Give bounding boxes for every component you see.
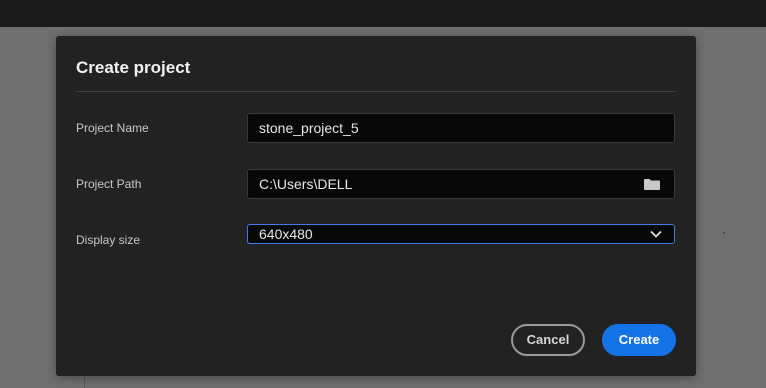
create-project-dialog: Create project Project Name stone_projec…: [56, 36, 696, 376]
display-size-select[interactable]: 640x480: [247, 224, 675, 244]
project-path-label: Project Path: [76, 177, 142, 191]
display-size-value: 640x480: [259, 226, 313, 242]
project-name-input[interactable]: stone_project_5: [247, 113, 675, 143]
dialog-title: Create project: [76, 58, 191, 77]
project-path-value: C:\Users\DELL: [259, 176, 353, 192]
chevron-down-icon: [650, 230, 662, 238]
app-top-bar: [0, 0, 766, 27]
cancel-button[interactable]: Cancel: [511, 324, 585, 356]
project-name-value: stone_project_5: [259, 120, 359, 136]
title-divider: [76, 91, 676, 92]
create-button[interactable]: Create: [602, 324, 676, 356]
folder-icon[interactable]: [644, 179, 660, 190]
display-size-label: Display size: [76, 233, 141, 247]
background-dot: [723, 232, 725, 234]
project-path-input[interactable]: C:\Users\DELL: [247, 169, 675, 199]
project-name-label: Project Name: [76, 121, 149, 135]
